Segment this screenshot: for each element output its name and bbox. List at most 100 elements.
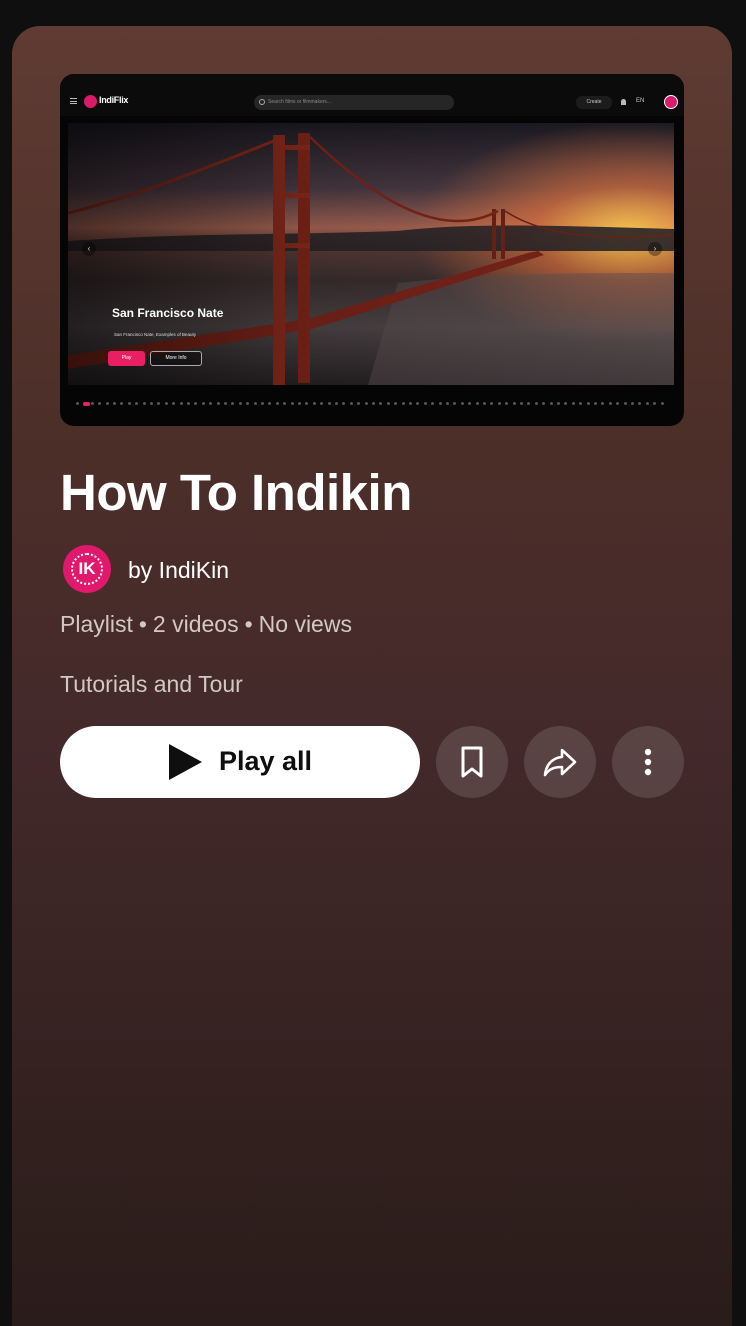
carousel-dot <box>238 402 242 405</box>
carousel-dot <box>571 402 575 405</box>
carousel-dot <box>268 402 272 405</box>
carousel-dot <box>594 402 597 405</box>
carousel-indicator <box>76 402 668 406</box>
language-selector: EN <box>636 98 645 104</box>
thumbnail-hero-image: ‹ › San Francisco Nate San Francisco Nat… <box>68 123 674 385</box>
carousel-dot <box>127 402 131 405</box>
carousel-dot <box>253 402 257 405</box>
carousel-dot <box>564 402 568 405</box>
carousel-dot <box>468 402 472 405</box>
thumbnail-app-header: IndiFlix Search films or filmmakers... C… <box>60 74 684 116</box>
carousel-dot <box>483 402 486 405</box>
carousel-dot <box>335 402 338 405</box>
carousel-dot <box>549 402 553 405</box>
carousel-dot <box>150 402 153 405</box>
save-playlist-button[interactable] <box>436 726 508 798</box>
play-all-label: Play all <box>219 746 313 776</box>
app-logo-icon <box>84 95 97 108</box>
carousel-dot <box>497 402 501 405</box>
carousel-dot <box>423 402 427 405</box>
carousel-next-arrow-icon: › <box>648 242 662 256</box>
hero-play-button: Play <box>108 351 145 366</box>
carousel-dot <box>505 402 509 405</box>
hero-title: San Francisco Nate <box>112 306 224 320</box>
carousel-dot <box>120 402 124 405</box>
carousel-dot <box>298 402 301 405</box>
carousel-dot <box>623 402 627 405</box>
carousel-dot <box>394 402 398 405</box>
carousel-dot <box>113 402 116 405</box>
carousel-dot <box>342 402 346 405</box>
thumbnail-user-avatar <box>664 95 678 109</box>
carousel-dot <box>305 402 309 405</box>
carousel-dot <box>164 402 168 405</box>
playlist-thumbnail[interactable]: IndiFlix Search films or filmmakers... C… <box>60 74 684 426</box>
carousel-dot <box>386 402 390 405</box>
more-vertical-icon <box>644 748 652 776</box>
carousel-prev-arrow-icon: ‹ <box>82 242 96 256</box>
carousel-dot <box>364 402 368 405</box>
playlist-metadata: Playlist • 2 videos • No views <box>60 611 352 638</box>
channel-avatar[interactable]: IK <box>63 545 111 593</box>
channel-avatar-initials: IK <box>71 553 103 585</box>
carousel-dot <box>320 402 324 405</box>
carousel-dot <box>653 402 657 405</box>
carousel-dot <box>179 402 183 405</box>
playlist-type: Playlist <box>60 611 133 637</box>
carousel-dot <box>246 402 250 405</box>
playlist-title: How To Indikin <box>60 464 412 521</box>
carousel-dot <box>357 402 361 405</box>
playlist-header-panel: IndiFlix Search films or filmmakers... C… <box>12 26 732 1326</box>
share-button[interactable] <box>524 726 596 798</box>
carousel-dot <box>157 402 161 405</box>
carousel-dot <box>349 402 353 405</box>
carousel-dot <box>416 402 420 405</box>
carousel-dot <box>372 402 375 405</box>
carousel-dot <box>379 402 383 405</box>
carousel-dot <box>261 402 264 405</box>
carousel-dot <box>438 402 442 405</box>
carousel-dot <box>638 402 642 405</box>
carousel-dot <box>76 402 79 405</box>
carousel-dot <box>105 402 109 405</box>
carousel-dot <box>608 402 612 405</box>
carousel-dot <box>290 402 294 405</box>
app-logo-text: IndiFlix <box>99 95 129 105</box>
carousel-dot <box>275 402 279 405</box>
carousel-dot <box>660 402 664 405</box>
hero-gradient-overlay <box>68 123 674 385</box>
carousel-dot <box>187 402 190 405</box>
carousel-dot <box>209 402 213 405</box>
carousel-dot <box>520 402 523 405</box>
carousel-dot <box>512 402 516 405</box>
carousel-dot <box>616 402 620 405</box>
carousel-dot <box>283 402 287 405</box>
playlist-video-count: 2 videos <box>152 611 239 637</box>
carousel-dot <box>631 402 634 405</box>
carousel-dot <box>460 402 464 405</box>
carousel-dot <box>231 402 235 405</box>
carousel-dot <box>201 402 205 405</box>
thumbnail-search-bar: Search films or filmmakers... <box>254 95 454 110</box>
carousel-dot <box>401 402 405 405</box>
carousel-dot <box>216 402 220 405</box>
hero-more-info-button: More Info <box>150 351 202 366</box>
carousel-dot <box>579 402 583 405</box>
playlist-owner-link[interactable]: by IndiKin <box>128 557 229 584</box>
carousel-dot <box>490 402 494 405</box>
thumbnail-create-button: Create <box>576 96 612 109</box>
carousel-dot <box>83 402 91 406</box>
play-all-button[interactable]: Play all <box>60 726 420 798</box>
carousel-dot <box>586 402 590 405</box>
playlist-view-count: No views <box>258 611 352 637</box>
carousel-dot <box>90 402 94 405</box>
more-actions-button[interactable] <box>612 726 684 798</box>
carousel-dot <box>135 402 139 405</box>
carousel-dot <box>453 402 457 405</box>
carousel-dot <box>475 402 479 405</box>
playlist-description: Tutorials and Tour <box>60 671 243 697</box>
carousel-dot <box>542 402 546 405</box>
carousel-dot <box>534 402 538 405</box>
carousel-dot <box>527 402 531 405</box>
carousel-dot <box>142 402 146 405</box>
